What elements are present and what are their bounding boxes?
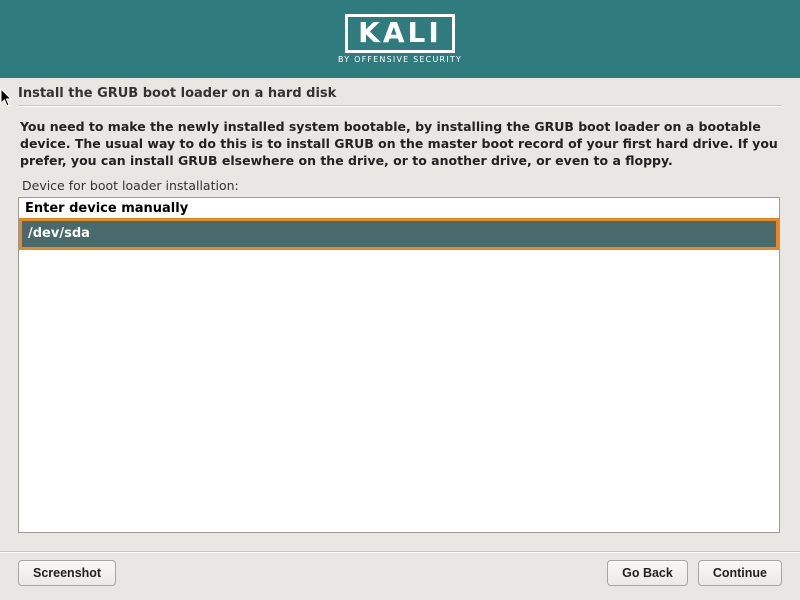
kali-logo: KALI BY OFFENSIVE SECURITY (338, 14, 462, 64)
header-banner: KALI BY OFFENSIVE SECURITY (0, 0, 800, 78)
field-label: Device for boot loader installation: (18, 178, 782, 197)
instruction-text: You need to make the newly installed sys… (18, 115, 782, 178)
screenshot-button[interactable]: Screenshot (18, 560, 116, 586)
list-item-dev-sda-label: /dev/sda (22, 221, 776, 247)
device-listbox[interactable]: Enter device manually /dev/sda (18, 197, 780, 533)
page-title: Install the GRUB boot loader on a hard d… (0, 78, 800, 105)
footer-bar: Screenshot Go Back Continue (0, 551, 800, 600)
list-item-enter-manually[interactable]: Enter device manually (19, 198, 779, 218)
logo-text: KALI (345, 14, 455, 53)
list-item-dev-sda[interactable]: /dev/sda (19, 218, 779, 250)
logo-subtitle: BY OFFENSIVE SECURITY (338, 55, 462, 64)
go-back-button[interactable]: Go Back (607, 560, 688, 586)
main-content: You need to make the newly installed sys… (0, 107, 800, 533)
continue-button[interactable]: Continue (698, 560, 782, 586)
